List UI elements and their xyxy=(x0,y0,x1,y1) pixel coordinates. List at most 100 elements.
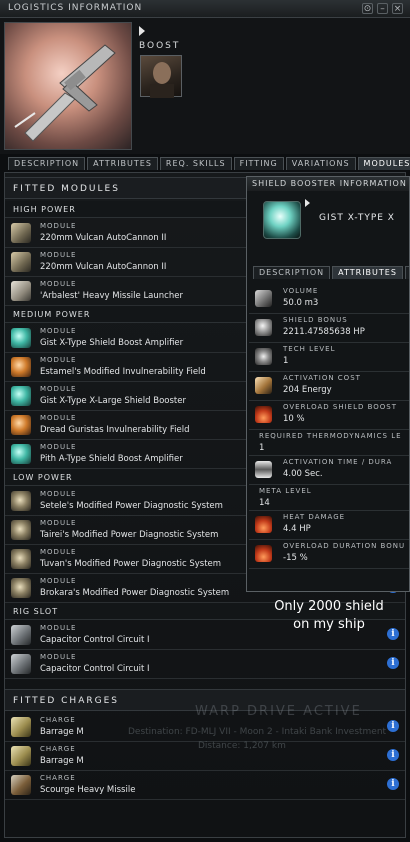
main-tabs: DESCRIPTION ATTRIBUTES REQ. SKILLS FITTING V… xyxy=(8,157,410,170)
attribute-value: 204 Energy xyxy=(283,385,332,395)
item-name: Setele's Modified Power Diagnostic Syste… xyxy=(40,501,223,511)
attribute-label: REQUIRED THERMODYNAMICS LE xyxy=(259,432,402,440)
popup-tab-req[interactable]: REQ xyxy=(404,266,409,279)
attribute-value: 1 xyxy=(259,443,265,453)
overload-duration-icon xyxy=(255,545,272,562)
item-type: MODULE xyxy=(40,327,77,335)
attribute-value: 14 xyxy=(259,498,270,508)
module-row[interactable]: MODULE Capacitor Control Circuit I i xyxy=(5,650,405,679)
window-minimize-button[interactable]: – xyxy=(377,3,388,14)
hourglass-icon xyxy=(255,461,272,478)
popup-tab-attributes[interactable]: ATTRIBUTES xyxy=(332,266,403,279)
item-name: Tuvan's Modified Power Diagnostic System xyxy=(40,559,222,569)
heat-damage-icon xyxy=(255,516,272,533)
attribute-row: OVERLOAD SHIELD BOOST 10 % xyxy=(249,401,409,430)
attribute-value: 4.4 HP xyxy=(283,524,311,534)
item-name: Scourge Heavy Missile xyxy=(40,785,136,795)
item-name: Capacitor Control Circuit I xyxy=(40,664,150,674)
item-name: Brokara's Modified Power Diagnostic Syst… xyxy=(40,588,230,598)
attribute-label: META LEVEL xyxy=(259,487,312,495)
item-name: Tairei's Modified Power Diagnostic Syste… xyxy=(40,530,219,540)
missile-launcher-icon xyxy=(11,281,31,301)
attribute-value: 10 % xyxy=(283,414,305,424)
attribute-label: SHIELD BONUS xyxy=(283,316,348,324)
item-type: MODULE xyxy=(40,280,77,288)
item-type: CHARGE xyxy=(40,745,76,753)
tab-modules[interactable]: MODULES xyxy=(357,157,410,170)
attribute-value: 2211.47585638 HP xyxy=(283,327,365,337)
info-icon[interactable]: i xyxy=(387,778,399,790)
item-type: MODULE xyxy=(40,356,77,364)
item-name: 220mm Vulcan AutoCannon II xyxy=(40,262,167,272)
attribute-row: HEAT DAMAGE 4.4 HP xyxy=(249,511,409,540)
info-icon[interactable]: i xyxy=(387,720,399,732)
item-type: MODULE xyxy=(40,222,77,230)
pilot-portrait[interactable] xyxy=(140,55,182,98)
shield-booster-info-popup[interactable]: SHIELD BOOSTER INFORMATION GIST X-TYPE X… xyxy=(246,176,410,592)
window-settings-button[interactable]: ⊙ xyxy=(362,3,373,14)
power-diagnostic-icon xyxy=(11,549,31,569)
ship-render-icon xyxy=(14,44,116,142)
item-type: MODULE xyxy=(40,443,77,451)
attribute-label: VOLUME xyxy=(283,287,319,295)
autocannon-icon xyxy=(11,223,31,243)
rig-icon xyxy=(11,654,31,674)
attribute-row: ACTIVATION TIME / DURA 4.00 Sec. xyxy=(249,456,409,485)
item-name: Barrage M xyxy=(40,756,84,766)
item-type: CHARGE xyxy=(40,774,76,782)
attribute-row: TECH LEVEL 1 xyxy=(249,343,409,372)
attribute-row: OVERLOAD DURATION BONU -15 % xyxy=(249,540,409,569)
invulnerability-field-icon xyxy=(11,415,31,435)
item-type: MODULE xyxy=(40,490,77,498)
power-diagnostic-icon xyxy=(11,520,31,540)
item-name: Estamel's Modified Invulnerability Field xyxy=(40,367,206,377)
annotation-line-2: on my ship xyxy=(293,617,365,632)
item-name: Gist X-Type Shield Boost Amplifier xyxy=(40,338,184,348)
item-type: CHARGE xyxy=(40,716,76,724)
popup-arrow-icon[interactable] xyxy=(305,199,310,207)
attribute-row: SHIELD BONUS 2211.47585638 HP xyxy=(249,314,409,343)
power-diagnostic-icon xyxy=(11,578,31,598)
item-type: MODULE xyxy=(40,577,77,585)
ship-image xyxy=(4,22,132,150)
popup-tab-description[interactable]: DESCRIPTION xyxy=(253,266,331,279)
volume-icon xyxy=(255,290,272,307)
popup-tabs: DESCRIPTIONATTRIBUTESREQ xyxy=(253,266,409,279)
attribute-label: OVERLOAD DURATION BONU xyxy=(283,542,406,550)
module-row[interactable]: CHARGE Scourge Heavy Missile i xyxy=(5,771,405,800)
invulnerability-field-icon xyxy=(11,357,31,377)
tab-attributes[interactable]: ATTRIBUTES xyxy=(87,157,158,170)
window-title: LOGISTICS INFORMATION xyxy=(8,3,143,13)
shield-booster-icon xyxy=(263,201,301,239)
popup-title[interactable]: SHIELD BOOSTER INFORMATION xyxy=(247,177,409,191)
overload-icon xyxy=(255,406,272,423)
autocannon-icon xyxy=(11,252,31,272)
item-name: Capacitor Control Circuit I xyxy=(40,635,150,645)
warp-status-overlay: WARP DRIVE ACTIVE xyxy=(195,704,362,719)
popup-item-name: GIST X-TYPE X xyxy=(319,213,395,223)
attribute-value: 1 xyxy=(283,356,289,366)
annotation-line-1: Only 2000 shield xyxy=(274,599,384,614)
ammo-icon xyxy=(11,746,31,766)
window-close-button[interactable]: × xyxy=(392,3,403,14)
attribute-label: ACTIVATION COST xyxy=(283,374,361,382)
attribute-value: 4.00 Sec. xyxy=(283,469,323,479)
info-icon[interactable]: i xyxy=(387,749,399,761)
item-type: MODULE xyxy=(40,251,77,259)
shield-amplifier-icon xyxy=(11,328,31,348)
tab-fitting[interactable]: FITTING xyxy=(233,157,284,170)
warp-destination-overlay: Destination: FD-MLJ VII - Moon 2 - Intak… xyxy=(128,727,387,737)
tab-variations[interactable]: VARIATIONS xyxy=(285,157,356,170)
tab-description[interactable]: DESCRIPTION xyxy=(8,157,86,170)
item-type: MODULE xyxy=(40,548,77,556)
item-type: MODULE xyxy=(40,653,77,661)
activation-cost-icon xyxy=(255,377,272,394)
item-name: Pith A-Type Shield Boost Amplifier xyxy=(40,454,183,464)
window-titlebar[interactable]: LOGISTICS INFORMATION ⊙ – × xyxy=(0,0,410,18)
boost-arrow-icon[interactable] xyxy=(139,26,145,36)
item-name: Dread Guristas Invulnerability Field xyxy=(40,425,190,435)
tab-req-skills[interactable]: REQ. SKILLS xyxy=(159,157,232,170)
item-name: Gist X-Type X-Large Shield Booster xyxy=(40,396,186,406)
info-icon[interactable]: i xyxy=(387,657,399,669)
item-name: 220mm Vulcan AutoCannon II xyxy=(40,233,167,243)
